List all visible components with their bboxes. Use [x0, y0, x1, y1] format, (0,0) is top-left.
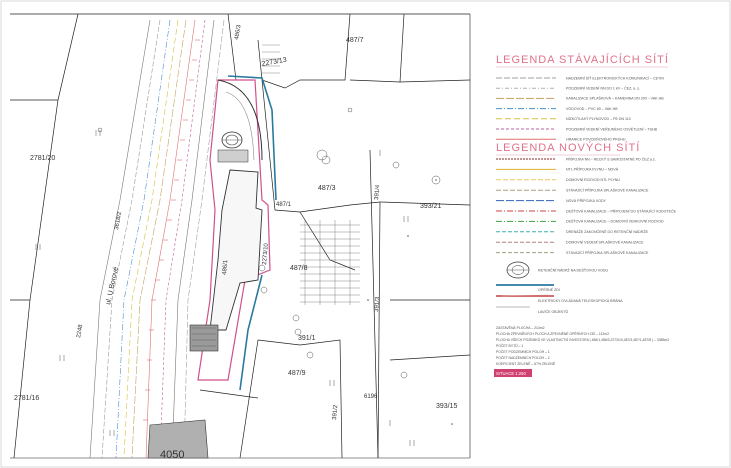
legend-existing-label: NADZEMNÍ SÍŤ ELEKTRONICKÝCH KOMUNIKACÍ –…	[566, 75, 664, 80]
legend-existing-label: HRANICE POVODŇOVÉHO PRUHU	[566, 137, 626, 142]
parcel-label: 4050	[160, 449, 184, 461]
legend-new-title: LEGENDA NOVÝCH SÍTÍ	[496, 141, 640, 154]
legend-existing-label: KANALIZACE SPLAŠKOVÁ – KAMENINA DN 200 –…	[566, 96, 664, 101]
parcel-label: 487/9	[288, 370, 306, 377]
note-line: POČET PODZEMNÍCH POLOH – 1	[496, 349, 550, 354]
legend-new-label: DOMOVNÍ ROZVOD NTL PLYNU	[566, 178, 620, 182]
legend-new-label: STÁVAJÍCÍ PŘÍPOJKA SPLAŠKOVÉ KANALIZACE	[566, 188, 649, 193]
note-line: PLOCHA ZPEVNĚNÝCH PLOCH A ZPEVNĚNÉ OPĚRN…	[496, 331, 609, 336]
parcel-label: 2781/20	[30, 155, 55, 162]
parcel-label: 393/21	[420, 203, 442, 210]
parcel-label: 6196	[364, 394, 378, 400]
legend-symbol-label: OPĚRNÉ ZDI	[538, 287, 560, 292]
note-line: POČET BYTŮ – 1	[496, 343, 523, 348]
note-line: KOEFICIENT ZELENĚ – 67% ZELENĚ	[496, 361, 556, 366]
legend-existing-label: NÍZKOTLAKÝ PLYNOVOD – PE DN 110	[566, 117, 631, 121]
legend-new-label: DEŠŤOVÁ KANALIZACE – DOMOVNÍ VENKOVNÍ RO…	[566, 219, 664, 224]
parcel-label: 391/1	[298, 335, 316, 342]
parcel-label: 393/15	[436, 403, 458, 410]
parcel-label: 487/8	[290, 265, 308, 272]
legend-new-label: DRENÁŽE ZAKONČENÉ DO RETENČNÍ NÁDRŽE	[566, 229, 649, 234]
legend-symbol-label: ELEKTRICKY OVLÁDANÁ TELESKOPICKÁ BRÁNA	[538, 299, 623, 303]
parcel-label: 2781/16	[14, 395, 39, 402]
legend-symbol-label: LAVIČE OBJEKTŮ	[538, 309, 568, 314]
legend-existing-title: LEGENDA STÁVAJÍCÍCH SÍTÍ	[496, 53, 669, 66]
parcel-label: 487/7	[346, 37, 364, 44]
legend-existing-label: PODZEMNÍ VEDENÍ VEŘEJNÉHO OSVĚTLENÍ – TS…	[566, 126, 658, 131]
note-line: ZASTAVĚNÁ PLOCHA – 214m2	[496, 325, 545, 330]
site-plan-sheet: 487/7 2273/13 487/3 2781/20 487/1 2273/1…	[0, 0, 731, 468]
legend-new-label: STÁVAJÍCÍ PŘÍPOJKA SPLAŠKOVÉ KANALIZACE	[566, 250, 649, 255]
parcel-label: 487/3	[318, 185, 336, 192]
legend-new-label: DEŠŤOVÁ KANALIZACE – PŘIPOJENÍ DO STÁVAJ…	[566, 208, 677, 213]
legend-existing-label: PODZEMNÍ VEDENÍ NN DO 1 kV – ČEZ, a. s.	[566, 86, 640, 91]
parcel-label: 487/1	[276, 202, 292, 208]
legend-new-label: DOMOVNÍ VEDENÍ SPLAŠKOVÉ KANALIZACE	[566, 240, 644, 245]
legend-new-label: NOVÁ PŘÍPOJKA VODY	[566, 198, 607, 203]
note-line: POČET NADZEMNÍCH POLOH – 2	[496, 355, 550, 360]
note-line: PLOCHA VŠECH POZEMKŮ VE VLASTNICTVÍ INVE…	[496, 337, 669, 342]
legend-new-label: PŘÍPOJKA NN – RECKÝ S SAMOSTATNÉ PD ČEZ …	[566, 156, 656, 161]
legend-new-label: NTL PŘÍPOJKA PLYNU – NOVÁ	[566, 167, 619, 172]
scale-stamp: SITUACE 1:250	[494, 369, 532, 377]
legend-existing-label: VODOVOD – PVC 80 – VAK HB	[566, 107, 618, 111]
garage-block	[189, 324, 219, 352]
legend-symbol-label: RETENČNÍ NÁDRŽ NA DEŠŤOVOU VODU	[538, 268, 608, 273]
scale-stamp-label: SITUACE 1:250	[496, 371, 526, 376]
